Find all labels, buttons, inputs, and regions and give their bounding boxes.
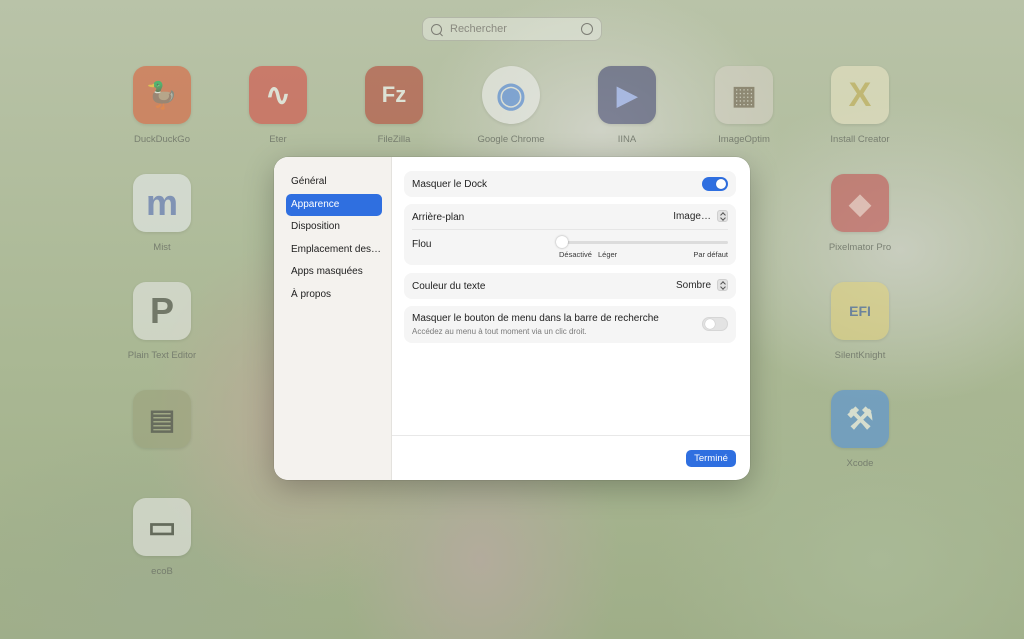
app-iina[interactable]: ▶ IINA [567,66,687,145]
silentknight-icon: EFI [831,282,889,340]
emoji-icon[interactable] [581,23,593,35]
app-label: DuckDuckGo [134,134,190,145]
sidebar-item-layout[interactable]: Disposition [286,216,382,238]
app-label: Pixelmator Pro [828,242,892,253]
pixelmator-icon: ◆ [831,174,889,232]
hide-dock-toggle[interactable] [702,177,728,191]
text-color-row: Couleur du texte Sombre [404,273,736,299]
divider [412,229,728,230]
settings-content: Masquer le Dock Arrière-plan Image… Flou… [392,157,750,480]
app-label: IINA [617,134,637,145]
sidebar-item-about[interactable]: À propos [286,284,382,306]
app-usb[interactable]: ▭ ecoB [102,498,222,577]
xcode-icon: ⚒ [831,390,889,448]
chevron-updown-icon [717,210,728,222]
text-color-value: Sombre [675,279,711,291]
blur-tick-default: Par défaut [693,250,728,259]
app-label: Eter [269,134,287,145]
eter-icon: ∿ [249,66,307,124]
menu-button-label: Masquer le bouton de menu dans la barre … [412,313,659,324]
background-group: Arrière-plan Image… Flou Désactivé Léger… [404,204,736,265]
app-duckduckgo[interactable]: 🦆 DuckDuckGo [102,66,222,145]
done-button[interactable]: Terminé [686,450,736,467]
app-label: Google Chrome [477,134,545,145]
sidebar-item-hidden-apps[interactable]: Apps masquées [286,261,382,283]
hide-dock-label: Masquer le Dock [412,179,488,190]
app-label: Install Creator [830,134,890,145]
app-filezilla[interactable]: Fz FileZilla [334,66,454,145]
text-color-popup[interactable]: Sombre [676,279,728,291]
app-google-chrome[interactable]: ◉ Google Chrome [451,66,571,145]
app-silentknight[interactable]: EFI SilentKnight [800,282,920,361]
app-label: Xcode [846,458,874,469]
search-icon [431,23,442,35]
toggle-knob [705,319,715,329]
app-label: SilentKnight [834,350,886,361]
search-placeholder: Rechercher [450,23,507,35]
app-utility[interactable]: ▤ [102,390,222,448]
chevron-updown-icon [717,279,728,291]
sidebar-item-general[interactable]: Général [286,171,382,193]
usb-drive-icon: ▭ [133,498,191,556]
plain-text-editor-icon: P [133,282,191,340]
app-label: Mist [153,242,171,253]
app-label: ecoB [151,566,173,577]
blur-label: Flou [412,239,432,250]
sd-card-icon: ▤ [133,390,191,448]
launchpad-search-field[interactable]: Rechercher [422,17,602,41]
menu-button-row: Masquer le bouton de menu dans la barre … [404,306,736,343]
menu-button-toggle[interactable] [702,317,728,331]
app-mist[interactable]: m Mist [102,174,222,253]
app-label: Plain Text Editor [127,350,197,361]
app-xcode[interactable]: ⚒ Xcode [800,390,920,469]
blur-slider-thumb[interactable] [556,236,568,248]
background-label: Arrière-plan [412,212,465,223]
toggle-knob [716,179,726,189]
menu-button-description: Accédez au menu à tout moment via un cli… [412,327,587,336]
settings-dialog: Général Apparence Disposition Emplacemen… [274,157,750,480]
blur-tick-off: Désactivé [559,250,592,259]
mist-icon: m [133,174,191,232]
blur-slider-track[interactable] [560,241,728,244]
app-label: FileZilla [377,134,411,145]
filezilla-icon: Fz [365,66,423,124]
sidebar-item-appearance[interactable]: Apparence [286,193,382,216]
duckduckgo-icon: 🦆 [133,66,191,124]
app-eter[interactable]: ∿ Eter [218,66,338,145]
app-plain-text-editor[interactable]: P Plain Text Editor [102,282,222,361]
sidebar-item-location[interactable]: Emplacement des… [286,239,382,261]
app-label: ImageOptim [718,134,770,145]
footer-divider [392,435,750,436]
background-popup[interactable]: Image… [673,210,728,222]
blur-tick-light: Léger [598,250,618,259]
app-pixelmator-pro[interactable]: ◆ Pixelmator Pro [800,174,920,253]
chrome-icon: ◉ [482,66,540,124]
app-imageoptim[interactable]: ▦ ImageOptim [684,66,804,145]
app-install-creator[interactable]: X Install Creator [800,66,920,145]
iina-icon: ▶ [598,66,656,124]
background-value: Image… [673,210,711,222]
settings-sidebar: Général Apparence Disposition Emplacemen… [274,157,392,480]
hide-dock-row: Masquer le Dock [404,171,736,197]
imageoptim-icon: ▦ [715,66,773,124]
install-creator-icon: X [831,66,889,124]
text-color-label: Couleur du texte [412,281,486,292]
